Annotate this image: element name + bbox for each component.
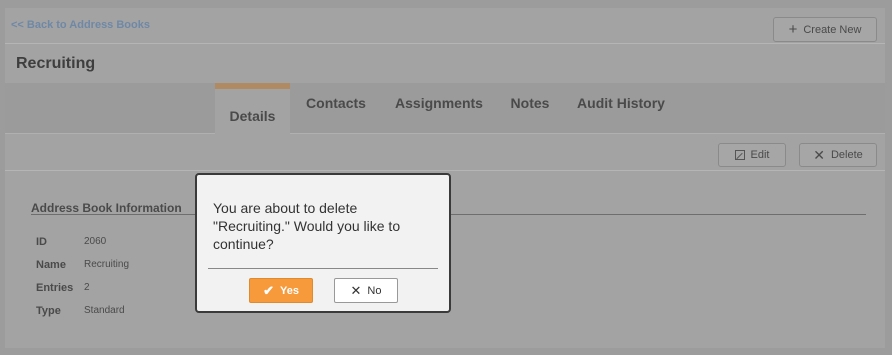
detail-key: Name	[36, 259, 66, 271]
tab-audit-history[interactable]: Audit History	[575, 83, 667, 134]
no-button[interactable]: ✕ No	[334, 278, 398, 303]
back-to-address-books-link[interactable]: << Back to Address Books	[11, 19, 150, 31]
edit-button[interactable]: Edit	[718, 143, 786, 167]
tab-strip: Details Contacts Assignments Notes Audit…	[5, 83, 885, 134]
dialog-message: You are about to delete "Recruiting." Wo…	[213, 200, 401, 252]
yes-button[interactable]: ✔ Yes	[249, 278, 313, 303]
delete-confirm-dialog: You are about to delete "Recruiting." Wo…	[195, 173, 451, 313]
tab-contacts[interactable]: Contacts	[301, 83, 371, 134]
detail-key: Entries	[36, 282, 74, 294]
create-new-button[interactable]: + Create New	[773, 17, 877, 42]
top-bar: << Back to Address Books + Create New	[5, 8, 885, 44]
dialog-divider	[208, 268, 438, 269]
detail-value: 2060	[84, 236, 107, 247]
yes-label: Yes	[279, 284, 299, 297]
detail-key: ID	[36, 236, 47, 248]
edit-label: Edit	[750, 149, 770, 161]
section-title: Address Book Information	[31, 201, 182, 215]
tab-notes[interactable]: Notes	[505, 83, 555, 134]
detail-value: 2	[84, 282, 90, 293]
close-icon: ✕	[350, 283, 362, 298]
delete-button[interactable]: ✕ Delete	[799, 143, 877, 167]
edit-icon	[734, 150, 745, 160]
check-icon: ✔	[263, 283, 274, 298]
detail-value: Recruiting	[84, 259, 130, 270]
tab-assignments[interactable]: Assignments	[391, 83, 487, 134]
detail-value: Standard	[84, 305, 125, 316]
delete-label: Delete	[830, 149, 863, 161]
action-bar: Edit ✕ Delete	[5, 134, 885, 171]
no-label: No	[367, 284, 382, 297]
page-title: Recruiting	[16, 55, 96, 72]
create-new-label: Create New	[803, 23, 862, 36]
detail-key: Type	[36, 305, 61, 317]
tab-details[interactable]: Details	[215, 83, 290, 134]
x-icon: ✕	[813, 147, 825, 163]
plus-icon: +	[788, 21, 798, 38]
